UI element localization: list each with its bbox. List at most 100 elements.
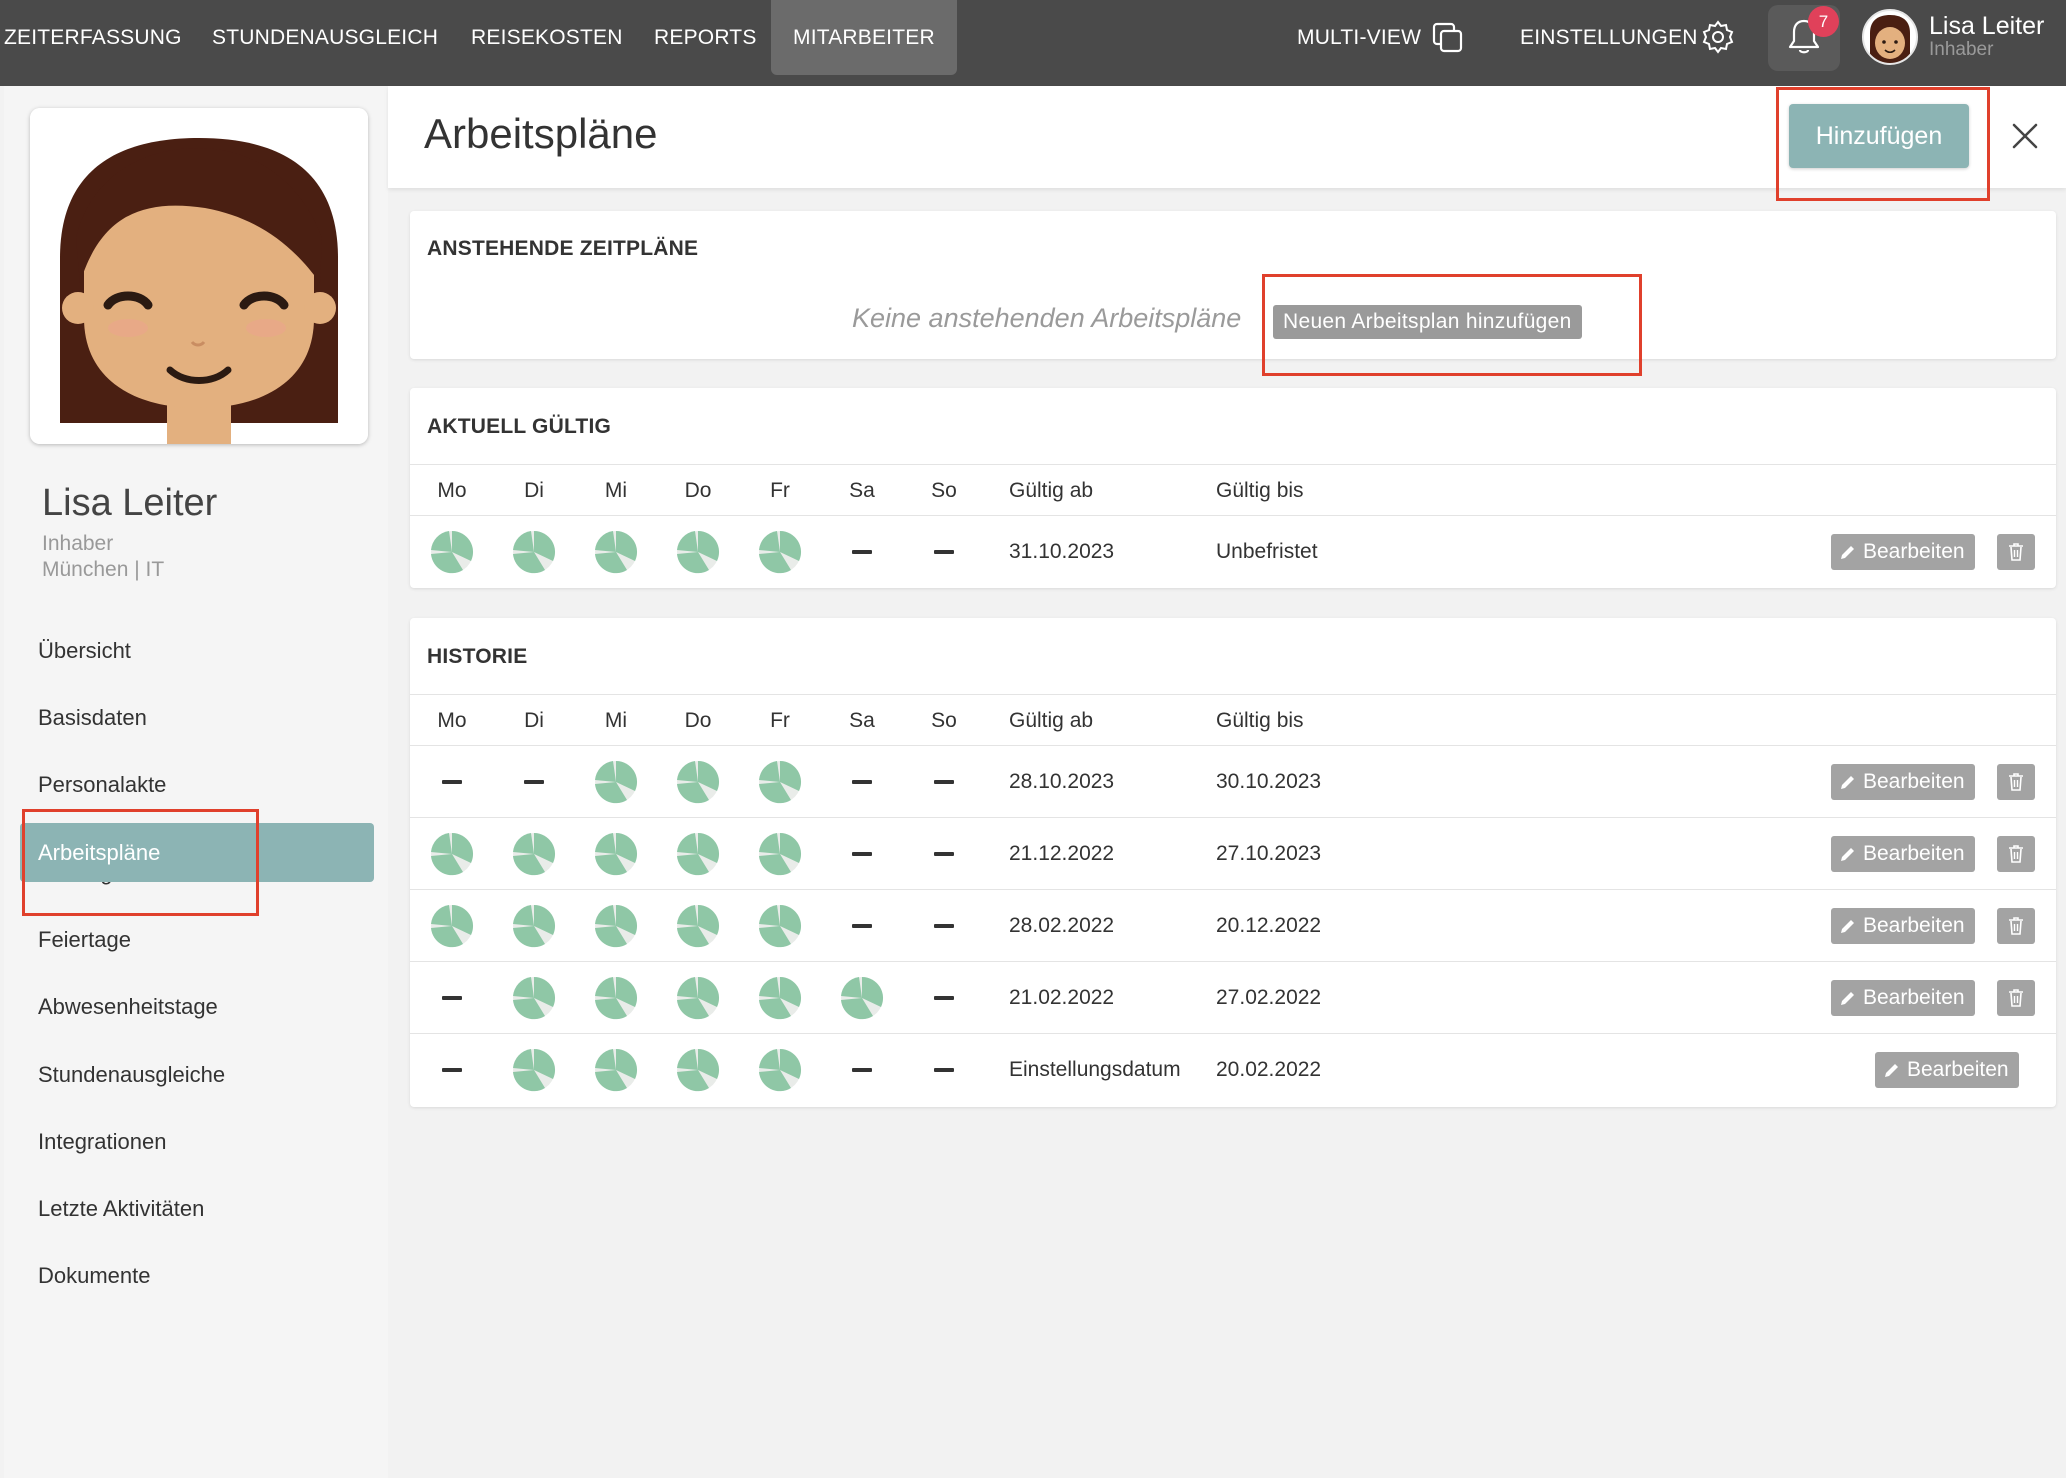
- add-button[interactable]: Hinzufügen: [1789, 104, 1969, 168]
- workday-pie-icon: [676, 904, 720, 948]
- sidebar-item-stundenausgleiche[interactable]: Stundenausgleiche: [20, 1045, 374, 1104]
- delete-button[interactable]: [1997, 908, 2035, 944]
- trash-icon: [2009, 543, 2023, 561]
- valid-to-value: 20.12.2022: [1216, 914, 1322, 937]
- sidebar-item-dokumente[interactable]: Dokumente: [20, 1246, 374, 1305]
- column-header-do: Do: [684, 709, 712, 732]
- workday-pie-icon: [512, 904, 556, 948]
- nav-multiview[interactable]: MULTI-VIEW: [1297, 0, 1421, 75]
- day-off-dash: [852, 1068, 872, 1072]
- page-header: Arbeitspläne Hinzufügen: [388, 86, 2066, 188]
- workday-pie-icon: [430, 530, 474, 574]
- pending-empty-text: Keine anstehenden Arbeitspläne: [852, 303, 1242, 333]
- gear-icon[interactable]: [1700, 19, 1736, 55]
- edit-button[interactable]: Bearbeiten: [1831, 908, 1975, 944]
- profile-department: München | IT: [42, 558, 165, 581]
- workday-pie-icon: [594, 976, 638, 1020]
- notification-count-badge: 7: [1808, 6, 1839, 37]
- profile-avatar-icon: [30, 108, 368, 444]
- edit-button[interactable]: Bearbeiten: [1831, 980, 1975, 1016]
- edit-button-label: Bearbeiten: [1863, 540, 1965, 563]
- workday-pie-icon: [676, 530, 720, 574]
- delete-button[interactable]: [1997, 764, 2035, 800]
- workday-pie-icon: [512, 976, 556, 1020]
- workday-pie-icon: [758, 530, 802, 574]
- nav-stundenausgleich[interactable]: STUNDENAUSGLEICH: [212, 0, 438, 75]
- table-row: 28.02.2022 20.12.2022 Bearbeiten: [410, 890, 2056, 962]
- nav-zeiterfassung[interactable]: ZEITERFASSUNG: [4, 0, 182, 75]
- nav-mitarbeiter[interactable]: MITARBEITER: [771, 0, 957, 75]
- sidebar-item-integrationen[interactable]: Integrationen: [20, 1112, 374, 1171]
- close-icon[interactable]: [2005, 116, 2045, 156]
- valid-from-value: 21.12.2022: [1009, 842, 1115, 865]
- nav-reports[interactable]: REPORTS: [654, 0, 757, 75]
- pending-schedules-title: ANSTEHENDE ZEITPLÄNE: [427, 237, 699, 260]
- edit-button-label: Bearbeiten: [1863, 842, 1965, 865]
- column-header-valid-to: Gültig bis: [1216, 709, 1304, 732]
- day-off-dash: [524, 780, 544, 784]
- edit-button[interactable]: Bearbeiten: [1831, 534, 1975, 570]
- day-off-dash: [934, 924, 954, 928]
- workday-pie-icon: [594, 832, 638, 876]
- multiview-icon[interactable]: [1432, 22, 1464, 54]
- sidebar-item-feiertage[interactable]: Feiertage: [20, 910, 374, 969]
- pencil-icon: [1841, 920, 1854, 933]
- sidebar-item-uebersicht[interactable]: Übersicht: [20, 621, 374, 680]
- pending-schedules-card: ANSTEHENDE ZEITPLÄNE Keine anstehenden A…: [410, 211, 2056, 359]
- edit-button[interactable]: Bearbeiten: [1831, 764, 1975, 800]
- sidebar-item-arbeitsplaene[interactable]: Arbeitspläne: [20, 823, 374, 882]
- workday-pie-icon: [594, 760, 638, 804]
- nav-einstellungen[interactable]: EINSTELLUNGEN: [1520, 0, 1698, 75]
- current-schedule-title: AKTUELL GÜLTIG: [427, 415, 612, 438]
- workday-pie-icon: [758, 832, 802, 876]
- day-off-dash: [442, 996, 462, 1000]
- user-avatar[interactable]: [1862, 9, 1918, 65]
- user-name[interactable]: Lisa Leiter: [1929, 12, 2044, 41]
- workday-pie-icon: [676, 976, 720, 1020]
- valid-from-value: 31.10.2023: [1009, 540, 1115, 563]
- day-off-dash: [442, 780, 462, 784]
- column-header-sa: Sa: [849, 709, 875, 732]
- table-row: Einstellungsdatum 20.02.2022 Bearbeiten: [410, 1034, 2056, 1106]
- column-header-valid-to: Gültig bis: [1216, 479, 1304, 502]
- profile-avatar-card: [30, 108, 368, 444]
- current-schedule-card: AKTUELL GÜLTIG Mo Di Mi Do Fr Sa So Gültig ab Gü…: [410, 388, 2056, 588]
- add-new-schedule-button[interactable]: Neuen Arbeitsplan hinzufügen: [1273, 305, 1582, 339]
- workday-pie-icon: [512, 1048, 556, 1092]
- workday-pie-icon: [512, 832, 556, 876]
- sidebar-item-letzte-aktivitaeten[interactable]: Letzte Aktivitäten: [20, 1179, 374, 1238]
- day-off-dash: [852, 780, 872, 784]
- history-title: HISTORIE: [427, 645, 528, 668]
- column-header-mo: Mo: [437, 479, 467, 502]
- workday-pie-icon: [758, 976, 802, 1020]
- valid-from-value: 28.10.2023: [1009, 770, 1115, 793]
- nav-reisekosten[interactable]: REISEKOSTEN: [471, 0, 623, 75]
- day-off-dash: [852, 852, 872, 856]
- edit-button[interactable]: Bearbeiten: [1875, 1052, 2019, 1088]
- sidebar-item-basisdaten[interactable]: Basisdaten: [20, 688, 374, 747]
- delete-button[interactable]: [1997, 980, 2035, 1016]
- user-avatar-icon: [1870, 15, 1910, 63]
- workday-pie-icon: [512, 530, 556, 574]
- workday-pie-icon: [594, 1048, 638, 1092]
- column-header-so: So: [931, 479, 957, 502]
- column-header-mo: Mo: [437, 709, 467, 732]
- edit-button[interactable]: Bearbeiten: [1831, 836, 1975, 872]
- sidebar-item-personalakte[interactable]: Personalakte: [20, 755, 374, 814]
- sidebar-item-abwesenheitstage[interactable]: Abwesenheitstage: [20, 977, 374, 1036]
- table-row: 28.10.2023 30.10.2023 Bearbeiten: [410, 746, 2056, 818]
- column-header-mi: Mi: [604, 709, 628, 732]
- edit-button-label: Bearbeiten: [1907, 1058, 2009, 1081]
- delete-button[interactable]: [1997, 534, 2035, 570]
- profile-name: Lisa Leiter: [42, 482, 218, 524]
- page-title: Arbeitspläne: [424, 110, 658, 157]
- delete-button[interactable]: [1997, 836, 2035, 872]
- valid-from-value: 21.02.2022: [1009, 986, 1115, 1009]
- valid-to-value: 30.10.2023: [1216, 770, 1322, 793]
- column-header-valid-from: Gültig ab: [1009, 479, 1094, 502]
- valid-from-value: Einstellungsdatum: [1009, 1058, 1181, 1081]
- column-header-di: Di: [524, 709, 544, 732]
- valid-to-value: 27.02.2022: [1216, 986, 1322, 1009]
- workday-pie-icon: [676, 1048, 720, 1092]
- pencil-icon: [1841, 776, 1854, 789]
